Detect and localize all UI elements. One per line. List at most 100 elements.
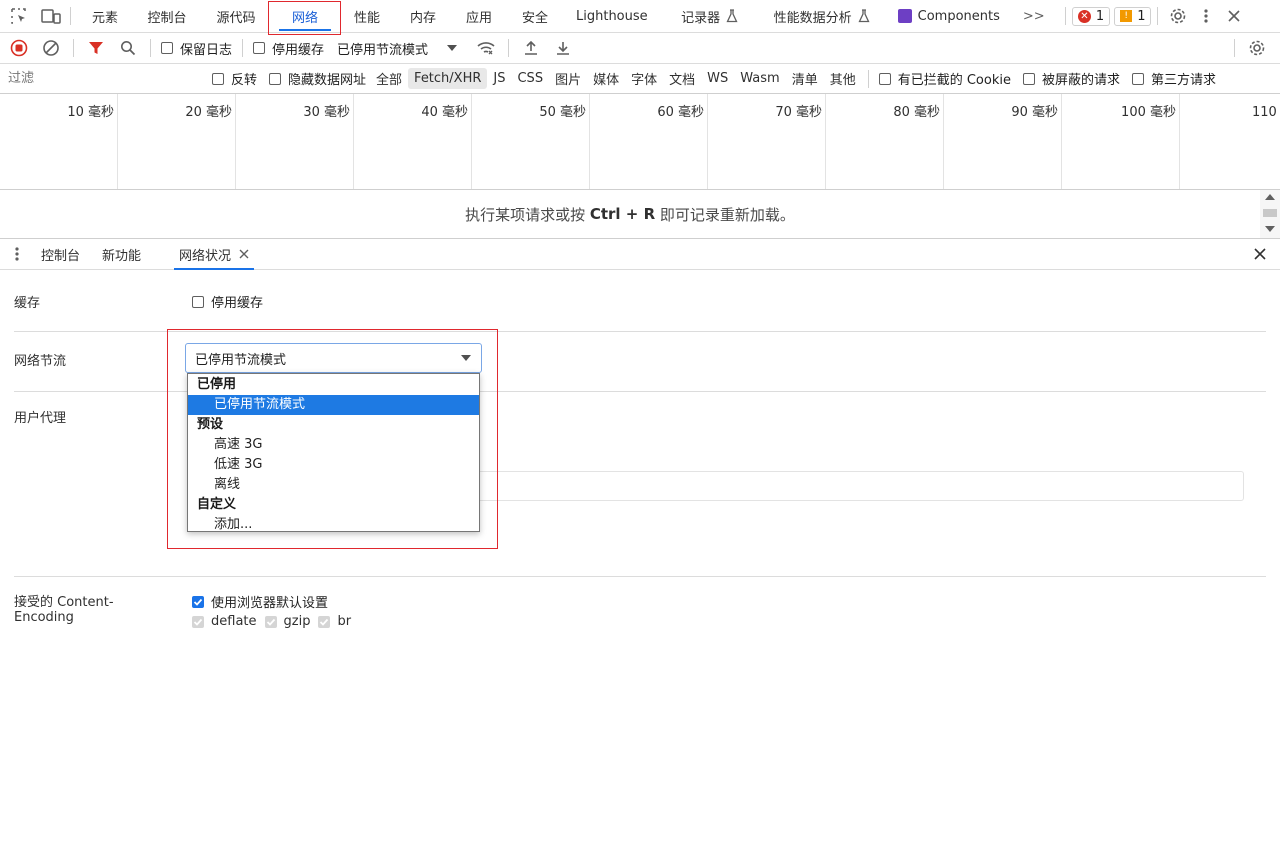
encoding-gzip-checkbox[interactable]: gzip	[264, 614, 311, 629]
third-party-checkbox[interactable]: 第三方请求	[1132, 69, 1216, 88]
scroll-down-arrow-icon[interactable]	[1265, 226, 1275, 232]
timeline-tick: 10 毫秒	[0, 94, 118, 189]
timeline-tick-label: 90 毫秒	[1011, 105, 1058, 120]
disable-cache-checkbox[interactable]: 停用缓存	[253, 39, 324, 58]
drawer-tab-2[interactable]: 网络状况	[168, 239, 260, 270]
checkbox-box[interactable]	[161, 42, 173, 54]
timeline-tick: 20 毫秒	[118, 94, 236, 189]
resource-type-filter[interactable]: WS	[701, 71, 734, 86]
timeline-tick: 30 毫秒	[236, 94, 354, 189]
checkbox-box[interactable]	[192, 295, 204, 308]
checkbox-box[interactable]	[878, 72, 891, 85]
close-devtools-icon[interactable]	[1220, 2, 1248, 30]
tab-9[interactable]: 记录器	[661, 0, 759, 33]
network-settings-gear-icon[interactable]	[1244, 35, 1270, 61]
checkbox-box[interactable]	[1022, 72, 1035, 85]
tab-2[interactable]: 源代码	[201, 0, 271, 33]
scroll-thumb[interactable]	[1263, 209, 1277, 217]
search-icon[interactable]	[115, 35, 141, 61]
encoding-label: gzip	[283, 614, 311, 629]
resource-type-filters: 全部 Fetch/XHR JS CSS 图片 媒体 字体 文档 WS Wasm 清单 其他	[370, 68, 862, 89]
drawer-tab-0[interactable]: 控制台	[30, 239, 91, 270]
drawer-tab-1[interactable]: 新功能	[91, 239, 152, 270]
error-icon: ✕	[1077, 9, 1091, 23]
resource-type-filter[interactable]: 文档	[663, 69, 701, 88]
use-browser-default-checkbox[interactable]: 使用浏览器默认设置	[192, 592, 328, 611]
resource-type-filter[interactable]: 图片	[549, 69, 587, 88]
hide-data-urls-checkbox[interactable]: 隐藏数据网址	[269, 69, 366, 88]
warning-count: 1	[1137, 8, 1146, 24]
divider	[1157, 7, 1159, 25]
preserve-log-checkbox[interactable]: 保留日志	[161, 39, 232, 58]
more-tabs-button[interactable]: >>	[1023, 9, 1059, 24]
invert-checkbox[interactable]: 反转	[212, 69, 257, 88]
timeline-overview[interactable]: 10 毫秒 20 毫秒 30 毫秒 40 毫秒 50 毫秒 60 毫秒 70 毫秒 80 毫秒…	[0, 94, 1280, 190]
inspect-element-icon[interactable]	[6, 3, 32, 29]
timeline-tick-label: 10 毫秒	[67, 105, 114, 120]
drawer-tab-label: 网络状况	[179, 248, 232, 264]
throttling-select[interactable]: 已停用节流模式	[337, 39, 458, 58]
user-agent-input[interactable]	[480, 471, 1244, 501]
checkbox-box[interactable]	[253, 42, 266, 54]
export-har-download-icon[interactable]	[550, 35, 576, 61]
drawer-tabs: 控制台 新功能 网络状况	[30, 239, 260, 270]
network-toolbar: 保留日志 停用缓存 已停用节流模式	[0, 33, 1280, 64]
checkbox-box-checked[interactable]	[192, 595, 204, 608]
resource-type-filter[interactable]: 全部	[370, 69, 408, 88]
resource-type-filter[interactable]: CSS	[511, 71, 549, 86]
request-list-scrollbar[interactable]	[1260, 190, 1280, 238]
record-stop-icon[interactable]	[6, 35, 32, 61]
tab-1[interactable]: 控制台	[133, 0, 201, 33]
use-browser-default-label: 使用浏览器默认设置	[211, 596, 329, 611]
blocked-requests-checkbox[interactable]: 被屏蔽的请求	[1022, 69, 1120, 88]
blocked-cookies-checkbox[interactable]: 有已拦截的 Cookie	[878, 69, 1011, 88]
import-har-upload-icon[interactable]	[518, 35, 544, 61]
filter-icon[interactable]	[83, 35, 109, 61]
invert-label: 反转	[231, 73, 258, 88]
checkbox-box[interactable]	[269, 72, 282, 85]
conditions-disable-cache-checkbox[interactable]: 停用缓存	[192, 292, 263, 311]
device-toolbar-icon[interactable]	[38, 3, 64, 29]
hint-prefix: 执行某项请求或按	[465, 205, 590, 224]
tab-7[interactable]: 安全	[507, 0, 563, 33]
encoding-br-checkbox[interactable]: br	[318, 614, 351, 629]
tab-4[interactable]: 性能	[339, 0, 395, 33]
settings-gear-icon[interactable]	[1164, 2, 1192, 30]
resource-type-filter[interactable]: Wasm	[734, 71, 785, 86]
encoding-label: deflate	[211, 614, 257, 629]
tab-11[interactable]: Components	[885, 0, 1013, 33]
resource-type-filter[interactable]: 字体	[625, 69, 663, 88]
close-drawer-icon[interactable]	[1246, 240, 1274, 268]
content-encoding-label-line2: Encoding	[14, 610, 74, 625]
timeline-tick: 60 毫秒	[590, 94, 708, 189]
tab-6[interactable]: 应用	[451, 0, 507, 33]
cache-section-label: 缓存	[14, 296, 41, 311]
network-conditions-wifi-icon[interactable]	[473, 35, 499, 61]
more-options-kebab-icon[interactable]	[1192, 2, 1220, 30]
close-tab-icon[interactable]	[239, 249, 249, 259]
tab-10[interactable]: 性能数据分析	[759, 0, 885, 33]
tab-label: 应用	[465, 10, 492, 26]
tab-label: 安全	[521, 10, 548, 26]
tab-0[interactable]: 元素	[77, 0, 133, 33]
clear-icon[interactable]	[38, 35, 64, 61]
resource-type-filter[interactable]: Fetch/XHR	[408, 68, 488, 89]
resource-type-filter[interactable]: 清单	[786, 69, 824, 88]
tab-5[interactable]: 内存	[395, 0, 451, 33]
tab-label: 记录器	[681, 10, 721, 26]
drawer-menu-kebab-icon[interactable]	[4, 241, 30, 267]
checkbox-box-disabled[interactable]	[264, 615, 277, 628]
scroll-up-arrow-icon[interactable]	[1265, 194, 1275, 200]
checkbox-box-disabled[interactable]	[192, 615, 204, 628]
warning-counter[interactable]: ! 1	[1114, 6, 1152, 26]
encoding-deflate-checkbox[interactable]: deflate	[192, 614, 257, 629]
resource-type-filter[interactable]: 媒体	[587, 69, 625, 88]
checkbox-box[interactable]	[212, 72, 224, 85]
filter-input[interactable]	[4, 66, 204, 91]
tab-8[interactable]: Lighthouse	[563, 0, 661, 33]
error-counter[interactable]: ✕ 1	[1071, 6, 1111, 26]
checkbox-box[interactable]	[1132, 72, 1144, 85]
resource-type-filter[interactable]: JS	[487, 71, 511, 86]
resource-type-filter[interactable]: 其他	[824, 69, 862, 88]
checkbox-box-disabled[interactable]	[318, 615, 331, 628]
